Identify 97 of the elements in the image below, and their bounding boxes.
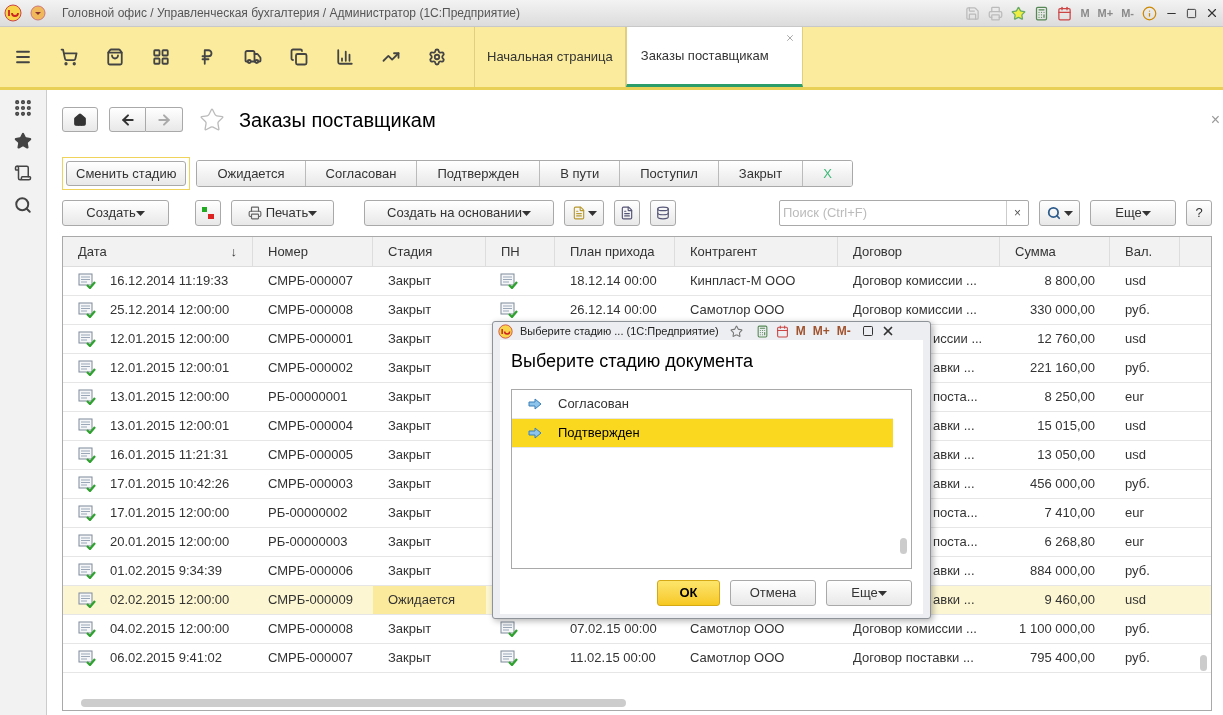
table-cell-text: Закрыт [388, 388, 432, 407]
table-cell-text: руб. [1125, 475, 1150, 494]
table-cell-text: 26.12.14 00:00 [570, 301, 657, 320]
table-cell-text: СМРБ-000005 [268, 446, 353, 465]
table-cell-text: СМРБ-000006 [268, 562, 353, 581]
table-cell-text: 12 760,00 [1037, 330, 1095, 349]
table-cell-text: Закрыт [388, 620, 432, 639]
table-cell-text: Самотлор ООО [690, 649, 785, 668]
table-cell-text: 9 460,00 [1044, 591, 1095, 610]
table-cell-text: eur [1125, 388, 1144, 407]
page-title: Заказы поставщикам [239, 107, 436, 133]
table-cell-text: авки ... [933, 475, 975, 494]
table-cell-text: 18.12.14 00:00 [570, 272, 657, 291]
table-cell-text: 01.02.2015 9:34:39 [110, 562, 223, 581]
table-cell-text: Закрыт [388, 359, 432, 378]
dialog-heading: Выберите стадию документа [511, 350, 755, 373]
table-cell-text: 12.01.2015 12:00:01 [110, 359, 230, 378]
table-cell-text: Закрыт [388, 504, 432, 523]
table-cell-text: Самотлор ООО [690, 620, 785, 639]
table-cell-text: СМРБ-000008 [268, 620, 353, 639]
table-cell-text: РБ-00000002 [268, 504, 348, 523]
table-cell-text: 25.12.2014 12:00:00 [110, 301, 230, 320]
table-cell-text: авки ... [933, 359, 975, 378]
table-cell-text: 13.01.2015 12:00:00 [110, 388, 230, 407]
table-cell-text: СМРБ-000008 [268, 301, 353, 320]
table-cell-text: авки ... [933, 417, 975, 436]
table-cell-text: 12.01.2015 12:00:00 [110, 330, 230, 349]
table-cell-text: usd [1125, 330, 1146, 349]
table-cell-text: Ожидается [388, 591, 456, 610]
table-cell-text: руб. [1125, 301, 1150, 320]
table-cell-text: РБ-00000001 [268, 388, 348, 407]
table-cell-text: eur [1125, 533, 1144, 552]
table-cell-text: Договор комиссии ... [853, 272, 977, 291]
table-cell-text: Кинпласт-М ООО [690, 272, 796, 291]
table-cell-text: Закрыт [388, 417, 432, 436]
table-cell-text: 884 000,00 [1029, 562, 1095, 581]
table-cell-text: 11.02.15 00:00 [570, 649, 656, 668]
table-cell-text: руб. [1125, 562, 1150, 581]
table-cell-text: руб. [1125, 649, 1150, 668]
table-cell-text: 20.01.2015 12:00:00 [110, 533, 230, 552]
table-cell-text: иссии ... [933, 330, 983, 349]
dialog-title: Выберите стадию ... (1С:Предприятие) [520, 323, 719, 339]
table-cell-text: СМРБ-000001 [268, 330, 353, 349]
table-cell-text: СМРБ-000002 [268, 359, 353, 378]
table-cell-text: 795 400,00 [1029, 649, 1095, 668]
table-cell-text: 6 268,80 [1044, 533, 1095, 552]
table-cell-text: 330 000,00 [1029, 301, 1095, 320]
table-cell-text: 7 410,00 [1044, 504, 1095, 523]
table-cell-text: 06.02.2015 9:41:02 [110, 649, 223, 668]
table-cell-text: РБ-00000003 [268, 533, 348, 552]
table-cell-text: Закрыт [388, 533, 432, 552]
table-cell-text: поста... [933, 504, 978, 523]
table-cell-text: Закрыт [388, 301, 432, 320]
table-cell-text: usd [1125, 417, 1146, 436]
table-cell-text: Самотлор ООО [690, 301, 785, 320]
table-cell-text: авки ... [933, 446, 975, 465]
table-cell-text: 16.01.2015 11:21:31 [110, 446, 229, 465]
table-cell-text: 07.02.15 00:00 [570, 620, 657, 639]
table-cell-text: 02.02.2015 12:00:00 [110, 591, 230, 610]
table-cell-text: поста... [933, 388, 978, 407]
table-cell-text: руб. [1125, 620, 1150, 639]
table-cell-text: eur [1125, 504, 1144, 523]
table-cell-text: usd [1125, 272, 1146, 291]
table-cell-text: руб. [1125, 359, 1150, 378]
table-cell-text: usd [1125, 591, 1146, 610]
table-cell-text: поста... [933, 533, 978, 552]
table-cell-text: 04.02.2015 12:00:00 [110, 620, 230, 639]
table-cell-text: Договор комиссии ... [853, 620, 977, 639]
table-cell-text: 1 100 000,00 [1019, 620, 1095, 639]
table-cell-text: 15 015,00 [1037, 417, 1095, 436]
table-cell-text: 8 800,00 [1044, 272, 1095, 291]
table-cell-text: СМРБ-000007 [268, 649, 353, 668]
table-cell-text: авки ... [933, 591, 975, 610]
table-cell-text: Закрыт [388, 272, 432, 291]
table-cell-text: Закрыт [388, 562, 432, 581]
table-cell-text: Закрыт [388, 446, 432, 465]
table-cell-text: СМРБ-000009 [268, 591, 353, 610]
table-cell-text: Договор поставки ... [853, 649, 974, 668]
table-cell-text: 17.01.2015 10:42:26 [110, 475, 230, 494]
table-cell-text: 8 250,00 [1044, 388, 1095, 407]
table-cell-text: 221 160,00 [1029, 359, 1095, 378]
table-cell-text: usd [1125, 446, 1146, 465]
table-cell-text: 17.01.2015 12:00:00 [110, 504, 230, 523]
table-cell-text: Закрыт [388, 649, 432, 668]
table-cell-text: СМРБ-000003 [268, 475, 353, 494]
table-cell-text: 16.12.2014 11:19:33 [110, 272, 229, 291]
table-cell-text: СМРБ-000004 [268, 417, 353, 436]
table-cell-text: 13 050,00 [1037, 446, 1095, 465]
table-cell-text: 456 000,00 [1029, 475, 1095, 494]
window-title: Головной офис / Управленческая бухгалтерия / Администратор (1С:Предприятие) [62, 5, 520, 22]
table-cell-text: СМРБ-000007 [268, 272, 353, 291]
table-cell-text: Договор комиссии ... [853, 301, 977, 320]
table-cell-text: Закрыт [388, 330, 432, 349]
print-label: Печать [265, 204, 309, 223]
table-cell-text: 13.01.2015 12:00:01 [110, 417, 230, 436]
table-cell-text: авки ... [933, 562, 975, 581]
table-cell-text: Закрыт [388, 475, 432, 494]
